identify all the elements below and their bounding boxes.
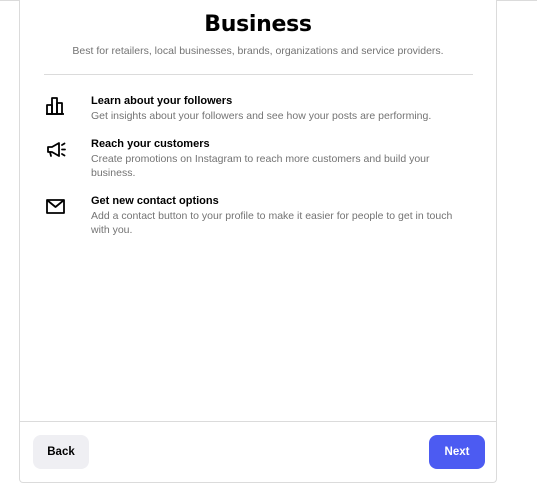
feature-title: Learn about your followers: [91, 95, 233, 107]
footer-divider: [20, 421, 496, 422]
feature-title: Get new contact options: [91, 195, 219, 207]
bar-chart-icon: [44, 94, 68, 118]
feature-title: Reach your customers: [91, 138, 210, 150]
page-subtitle: Best for retailers, local businesses, br…: [72, 45, 444, 57]
feature-description: Create promotions on Instagram to reach …: [91, 153, 430, 179]
megaphone-icon: [44, 137, 68, 161]
next-button[interactable]: Next: [429, 435, 485, 469]
back-button[interactable]: Back: [33, 435, 89, 469]
feature-description: Add a contact button to your profile to …: [91, 210, 453, 236]
page-title: Business: [204, 12, 312, 37]
envelope-icon: [44, 194, 68, 218]
feature-description: Get insights about your followers and se…: [91, 110, 432, 122]
account-type-card: Business Best for retailers, local busin…: [19, 0, 497, 483]
header-divider: [44, 74, 473, 75]
